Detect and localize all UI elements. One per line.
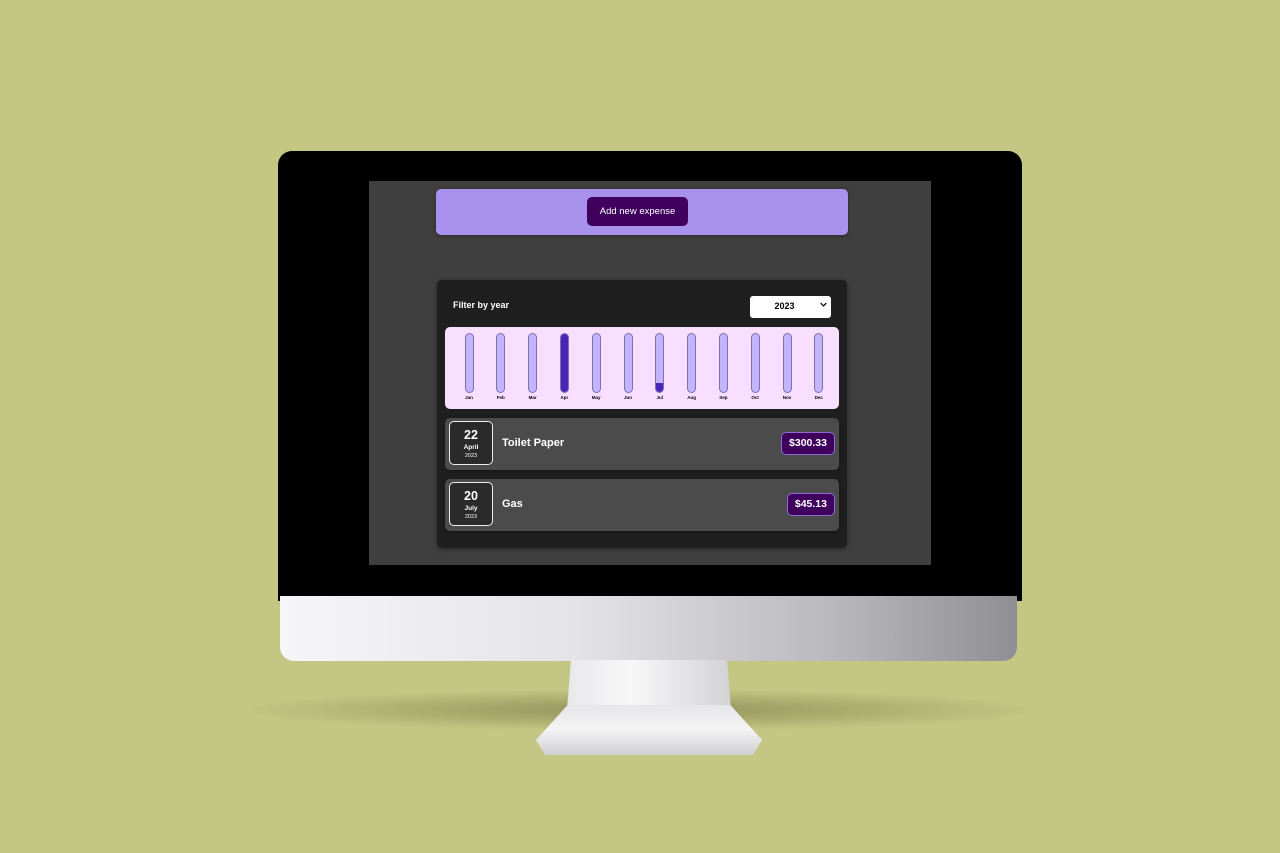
new-expense-panel: Add new expense [436,189,848,235]
chart-bar-label: Mar [528,395,537,400]
chart-bar-track [591,333,601,393]
expense-date-year: 2023 [464,453,478,459]
desktop-mockup-scene: Add new expense Filter by year 2023 Jan F… [0,0,1280,853]
chart-bar-track [464,333,474,393]
chart-bar-fill [656,383,664,392]
chart-bar-jul: Jul [650,333,670,405]
expense-amount-badge: $45.13 [786,493,835,516]
chart-bar-label: Jan [465,395,473,400]
year-select[interactable]: 2023 [750,296,831,318]
expense-date: 20 July 2023 [449,482,493,526]
expense-date-day: 20 [464,489,478,503]
chart-bar-track [496,333,506,393]
chart-bar-track [718,333,728,393]
monitor-chin [280,596,1017,661]
chart-bar-fill [560,334,568,392]
chart-bar-mar: Mar [523,333,543,405]
expense-title: Gas [502,498,523,510]
chart-bar-apr: Apr [554,333,574,405]
chart-bar-nov: Nov [777,333,797,405]
chart-bar-track [528,333,538,393]
chart-bar-jan: Jan [459,333,479,405]
chart-bar-label: Jul [656,395,664,400]
chart-bar-label: Dec [814,395,823,400]
chart-bar-label: May [591,395,601,400]
chart-bar-track [687,333,697,393]
expense-date: 22 April 2023 [449,421,493,465]
chart-bar-label: Nov [782,395,792,400]
chart-bar-track [782,333,792,393]
chart-bar-aug: Aug [682,333,702,405]
chart-bar-feb: Feb [491,333,511,405]
chart-bar-oct: Oct [745,333,765,405]
chart-bar-track [623,333,633,393]
expense-date-day: 22 [464,428,478,442]
filter-by-year-label: Filter by year [453,300,510,310]
chart-bar-dec: Dec [809,333,829,405]
chart-bar-track [559,333,569,393]
monitor-stand-base [536,705,762,755]
expense-amount-badge: $300.33 [781,432,835,455]
year-select-value: 2023 [774,301,795,311]
chart-bar-label: Aug [687,395,696,400]
expense-title: Toilet Paper [502,437,565,449]
chart-bar-track [750,333,760,393]
chart-bar-label: Apr [560,395,569,400]
expenses-card: Filter by year 2023 Jan Feb Mar Apr May Jun Ju… [437,280,847,548]
chevron-down-icon [820,300,827,310]
chart-bar-label: Feb [496,395,505,400]
expense-date-month: April [463,444,479,451]
chart-bar-may: May [586,333,606,405]
app-screen: Add new expense Filter by year 2023 Jan F… [369,181,931,565]
monthly-expenses-chart: Jan Feb Mar Apr May Jun Jul Aug Sep Oct Nov Dec [445,327,839,409]
expense-date-month: July [464,505,478,512]
chart-bar-sep: Sep [713,333,733,405]
chart-bar-track [655,333,665,393]
chart-bar-label: Sep [719,395,728,400]
chart-bar-track [814,333,824,393]
chart-bar-label: Oct [751,395,759,400]
expense-item[interactable]: 20 July 2023 Gas $45.13 [445,479,839,531]
expense-date-year: 2023 [464,514,478,520]
expense-item[interactable]: 22 April 2023 Toilet Paper $300.33 [445,418,839,470]
chart-bar-jun: Jun [618,333,638,405]
add-new-expense-button[interactable]: Add new expense [587,197,688,226]
chart-bar-label: Jun [623,395,632,400]
